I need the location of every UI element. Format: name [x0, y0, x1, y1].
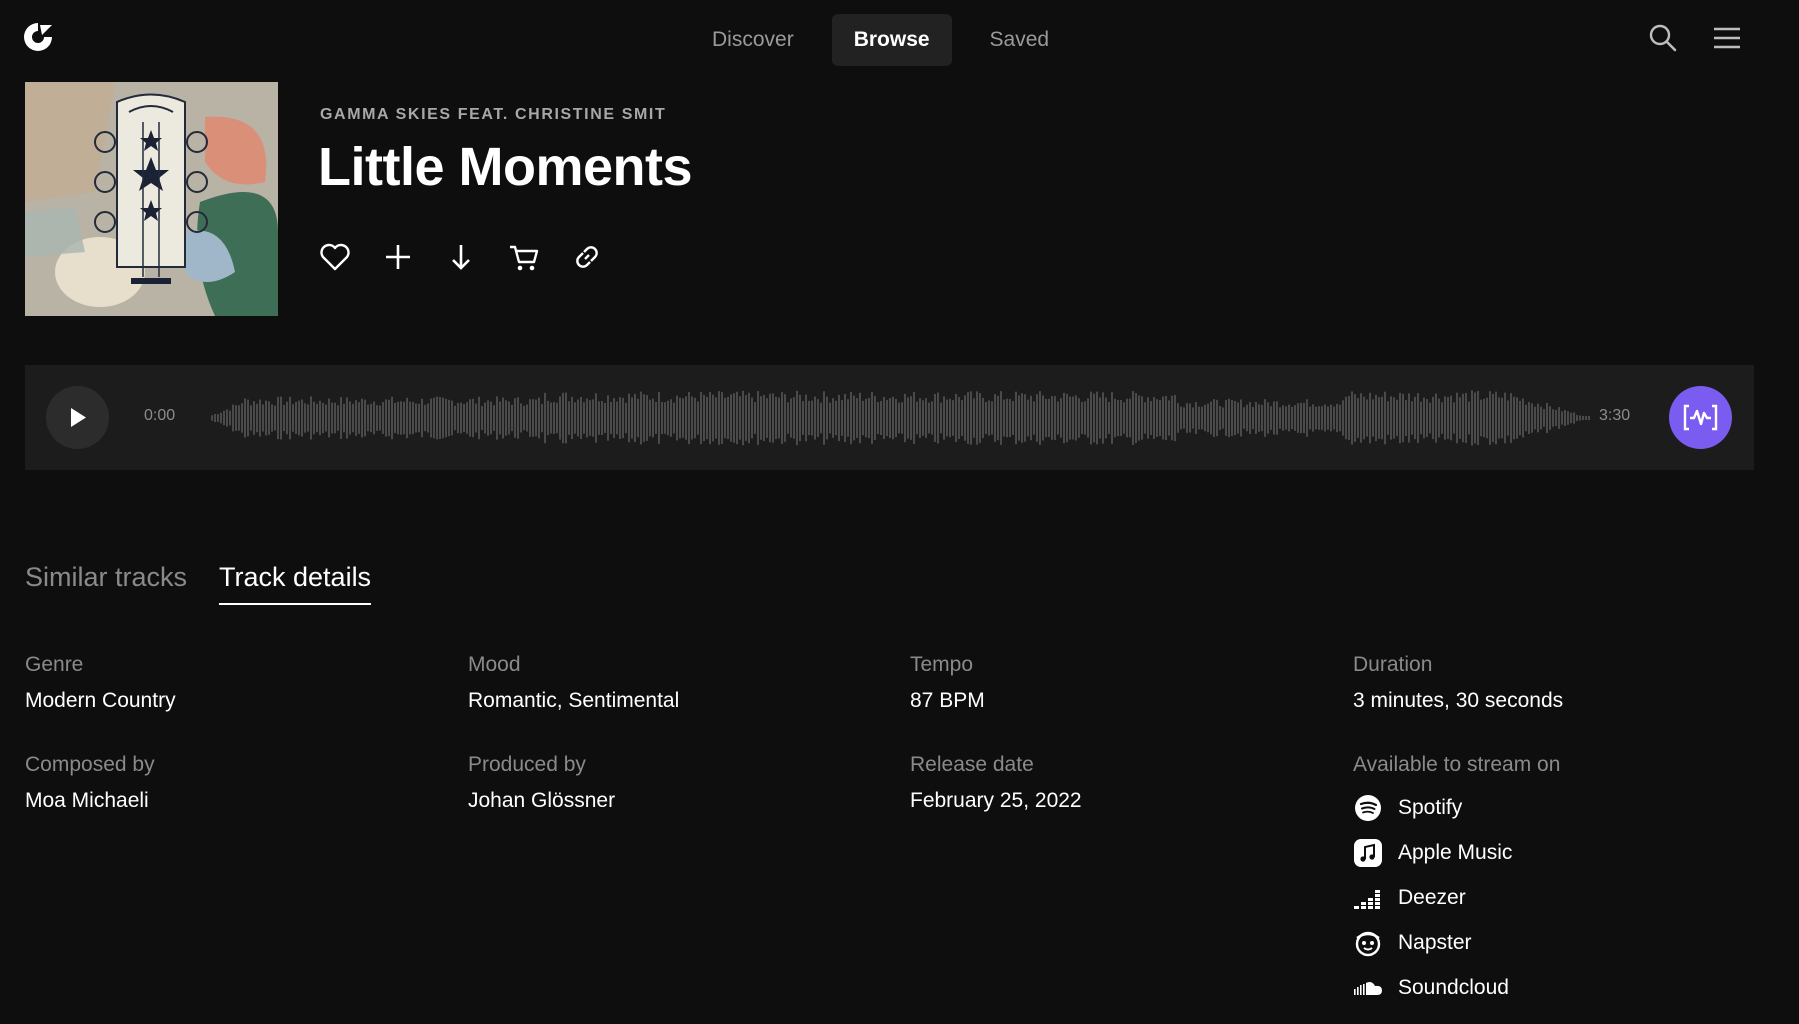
- napster-icon: [1355, 931, 1381, 956]
- total-time: 3:30: [1599, 407, 1631, 424]
- stream-label: Available to stream on: [1353, 753, 1561, 776]
- ai-stem-button[interactable]: [1669, 386, 1732, 449]
- tempo-value: 87 BPM: [910, 689, 985, 712]
- artist-name[interactable]: GAMMA SKIES FEAT. CHRISTINE SMIT: [320, 106, 666, 124]
- waveform[interactable]: [211, 383, 1591, 453]
- duration-field: Duration 3 minutes, 30 seconds: [1353, 653, 1563, 713]
- stream-name: Spotify: [1398, 795, 1463, 819]
- stream-list: Spotify Apple Music Deezer Napster Sound…: [1353, 785, 1560, 1010]
- tempo-label: Tempo: [910, 653, 974, 676]
- heart-icon[interactable]: [318, 240, 352, 274]
- tab-track-details[interactable]: Track details: [219, 562, 372, 605]
- download-icon[interactable]: [444, 240, 478, 274]
- nav-tab-saved[interactable]: Saved: [968, 14, 1072, 66]
- composer-field: Composed by Moa Michaeli: [25, 753, 155, 813]
- mood-field: Mood Romantic, Sentimental: [468, 653, 679, 713]
- stream-name: Deezer: [1398, 885, 1466, 909]
- stream-link-spotify[interactable]: Spotify: [1353, 785, 1560, 830]
- apple-music-icon: [1354, 838, 1382, 867]
- stream-link-soundcloud[interactable]: Soundcloud: [1353, 965, 1560, 1010]
- detail-tabs: Similar tracks Track details: [25, 562, 403, 605]
- genre-value[interactable]: Modern Country: [25, 689, 176, 713]
- waveform-bracket-icon: [1683, 404, 1718, 431]
- composer-label: Composed by: [25, 753, 155, 776]
- mood-label: Mood: [468, 653, 521, 676]
- main-nav: Discover Browse Saved: [690, 14, 1087, 66]
- tempo-field: Tempo 87 BPM: [910, 653, 985, 713]
- producer-label: Produced by: [468, 753, 586, 776]
- stream-field: Available to stream on Spotify Apple Mus…: [1353, 753, 1560, 1010]
- stream-name: Napster: [1398, 930, 1472, 954]
- composer-value[interactable]: Moa Michaeli: [25, 789, 155, 813]
- nav-tab-browse[interactable]: Browse: [831, 14, 952, 66]
- release-date-field: Release date February 25, 2022: [910, 753, 1082, 813]
- play-icon: [71, 408, 86, 427]
- genre-label: Genre: [25, 653, 84, 676]
- logo-icon[interactable]: [22, 21, 54, 53]
- duration-label: Duration: [1353, 653, 1433, 676]
- duration-value: 3 minutes, 30 seconds: [1353, 689, 1564, 712]
- producer-field: Produced by Johan Glössner: [468, 753, 615, 813]
- producer-value[interactable]: Johan Glössner: [468, 789, 615, 813]
- spotify-icon: [1355, 794, 1381, 821]
- track-title: Little Moments: [318, 137, 693, 197]
- nav-tab-discover[interactable]: Discover: [690, 14, 816, 66]
- current-time: 0:00: [144, 407, 176, 424]
- link-icon[interactable]: [570, 240, 604, 274]
- menu-icon[interactable]: [1711, 22, 1743, 54]
- add-icon[interactable]: [381, 240, 415, 274]
- stream-link-napster[interactable]: Napster: [1353, 920, 1560, 965]
- release-date-value: February 25, 2022: [910, 789, 1082, 812]
- audio-player: 0:00 3:30: [25, 365, 1754, 470]
- stream-link-apple-music[interactable]: Apple Music: [1353, 830, 1560, 875]
- stream-link-deezer[interactable]: Deezer: [1353, 875, 1560, 920]
- tab-similar-tracks[interactable]: Similar tracks: [25, 562, 187, 605]
- genre-field: Genre Modern Country: [25, 653, 176, 713]
- cart-icon[interactable]: [507, 240, 541, 274]
- deezer-icon: [1354, 889, 1380, 909]
- stream-name: Soundcloud: [1398, 975, 1509, 999]
- stream-name: Apple Music: [1398, 840, 1513, 864]
- search-icon[interactable]: [1647, 22, 1679, 54]
- top-navigation: Discover Browse Saved: [0, 0, 1799, 80]
- soundcloud-icon: [1354, 981, 1382, 995]
- release-date-label: Release date: [910, 753, 1034, 776]
- play-button[interactable]: [46, 386, 109, 449]
- track-actions: [318, 240, 633, 274]
- album-cover: [25, 82, 278, 316]
- mood-value[interactable]: Romantic, Sentimental: [468, 689, 679, 713]
